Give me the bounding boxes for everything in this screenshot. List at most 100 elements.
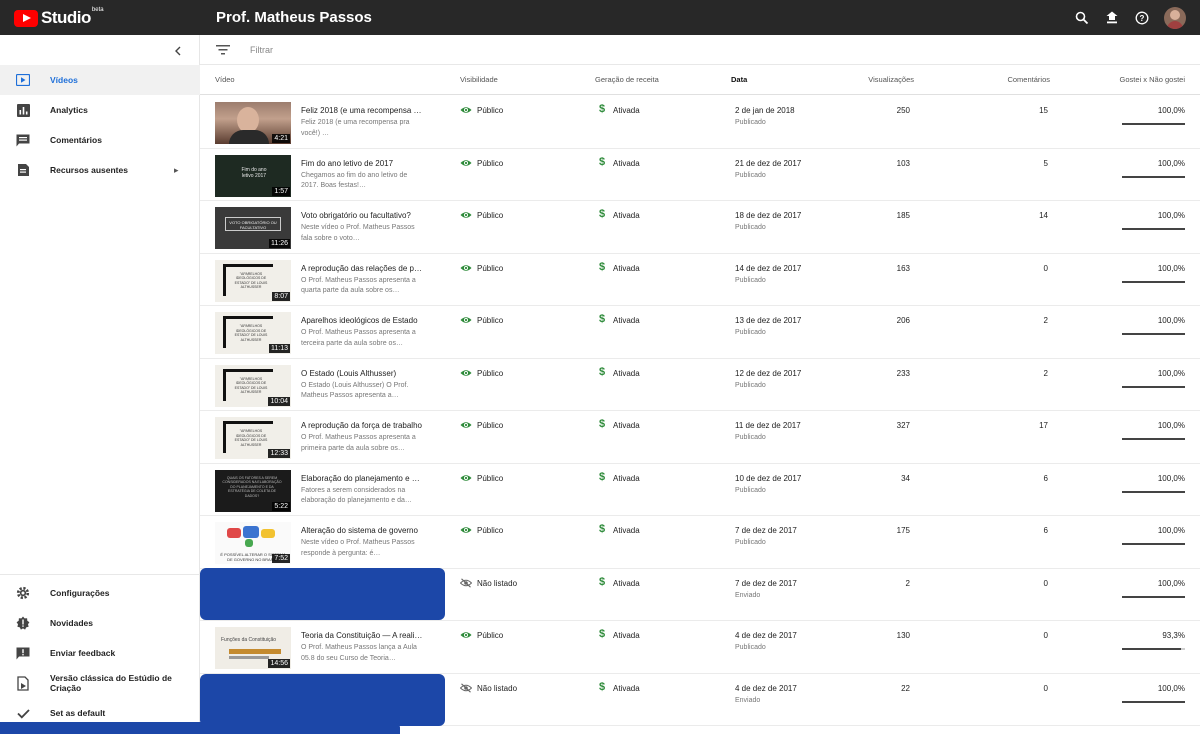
video-thumbnail[interactable]: QUAIS OS FATORES A SEREM CONSIDERADOS NA… (215, 469, 291, 512)
upload-icon[interactable] (1102, 8, 1122, 28)
logo-text: Studio (41, 8, 91, 27)
monetization-dollar-icon[interactable]: $ (599, 418, 605, 430)
eye-off-icon[interactable] (460, 577, 472, 588)
visibility-label[interactable]: Público (477, 316, 503, 325)
table-row[interactable]: "APARELHOS IDEOLÓGICOS DE ESTADO" DE LOU… (200, 411, 1200, 464)
video-comments: 2 (1043, 316, 1048, 325)
sidebar-item-analytics[interactable]: Analytics (0, 95, 200, 125)
help-icon[interactable]: ? (1132, 8, 1152, 28)
visibility-label[interactable]: Não listado (477, 684, 517, 693)
monetization-dollar-icon[interactable]: $ (599, 103, 605, 115)
video-title[interactable]: Feliz 2018 (e uma recompensa pra vocês!) (301, 106, 423, 115)
studio-logo[interactable]: Studio beta (14, 7, 104, 28)
video-title[interactable]: Elaboração do planejamento e da estratég… (301, 474, 423, 483)
column-header-comments[interactable]: Comentários (1007, 75, 1050, 84)
monetization-dollar-icon[interactable]: $ (599, 628, 605, 640)
column-header-visibility[interactable]: Visibilidade (460, 75, 498, 84)
table-row[interactable]: "APARELHOS IDEOLÓGICOS DE ESTADO" DE LOU… (200, 359, 1200, 411)
filter-input[interactable] (250, 42, 550, 58)
sidebar-item-comments[interactable]: Comentários (0, 125, 200, 155)
video-comments: 0 (1043, 631, 1048, 640)
sidebar-item-videos[interactable]: Vídeos (0, 65, 200, 95)
monetization-dollar-icon[interactable]: $ (599, 156, 605, 168)
monetization-dollar-icon[interactable]: $ (599, 681, 605, 693)
video-thumbnail[interactable]: 4:21 (215, 102, 291, 144)
sidebar-item-classic-studio[interactable]: Versão clássica do Estúdio de Criação (0, 668, 200, 698)
video-thumbnail[interactable]: "APARELHOS IDEOLÓGICOS DE ESTADO" DE LOU… (215, 312, 291, 354)
visibility-label[interactable]: Público (477, 526, 503, 535)
monetization-dollar-icon[interactable]: $ (599, 208, 605, 220)
eye-icon[interactable] (460, 105, 472, 115)
visibility-label[interactable]: Público (477, 106, 503, 115)
video-duration: 12:33 (268, 449, 290, 458)
video-status: Publicado (735, 276, 766, 284)
monetization-dollar-icon[interactable]: $ (599, 313, 605, 325)
sidebar-item-feedback[interactable]: Enviar feedback (0, 638, 200, 668)
video-thumbnail[interactable]: VOTO OBRIGATÓRIO OU FACULTATIVO 11:26 (215, 207, 291, 249)
video-description: Neste vídeo o Prof. Matheus Passos fala … (301, 224, 415, 242)
visibility-label[interactable]: Público (477, 421, 503, 430)
monetization-dollar-icon[interactable]: $ (599, 523, 605, 535)
video-title[interactable]: Alteração do sistema de governo (301, 526, 423, 535)
column-header-date[interactable]: Data (731, 75, 747, 84)
like-ratio-bar (1122, 438, 1185, 440)
table-row[interactable]: VOTO OBRIGATÓRIO OU FACULTATIVO 11:26 Voto… (200, 201, 1200, 254)
top-bar: Studio beta Prof. Matheus Passos ? (0, 0, 1200, 35)
video-thumbnail[interactable]: Funções da Constituição 14:56 (215, 627, 291, 669)
visibility-label[interactable]: Público (477, 369, 503, 378)
video-title[interactable]: A reprodução das relações de produção (301, 264, 423, 273)
video-thumbnail[interactable]: "APARELHOS IDEOLÓGICOS DE ESTADO" DE LOU… (215, 417, 291, 459)
eye-icon[interactable] (460, 210, 472, 220)
column-header-likes[interactable]: Gostei x Não gostei (1120, 75, 1185, 84)
table-row[interactable]: É POSSÍVEL ALTERAR O SISTEMA DE GOVERNO … (200, 516, 1200, 569)
column-header-video[interactable]: Vídeo (215, 75, 235, 84)
search-icon[interactable] (1072, 8, 1092, 28)
eye-icon[interactable] (460, 263, 472, 273)
sidebar-item-news[interactable]: Novidades (0, 608, 200, 638)
svg-text:?: ? (1140, 14, 1145, 23)
visibility-label[interactable]: Não listado (477, 579, 517, 588)
visibility-label[interactable]: Público (477, 264, 503, 273)
eye-icon[interactable] (460, 368, 472, 378)
video-thumbnail[interactable]: "APARELHOS IDEOLÓGICOS DE ESTADO" DE LOU… (215, 259, 291, 302)
video-title[interactable]: O Estado (Louis Althusser) (301, 369, 423, 378)
sidebar-item-missing-features[interactable]: Recursos ausentes ▸ (0, 155, 200, 185)
visibility-label[interactable]: Público (477, 474, 503, 483)
table-row[interactable]: 4:21 Feliz 2018 (e uma recompensa pra voc… (200, 96, 1200, 149)
eye-icon[interactable] (460, 473, 472, 483)
monetization-label: Ativada (613, 158, 640, 168)
monetization-dollar-icon[interactable]: $ (599, 471, 605, 483)
column-header-views[interactable]: Visualizações (868, 75, 914, 84)
video-title[interactable]: A reprodução da força de trabalho (301, 421, 423, 430)
video-thumbnail[interactable]: Fim do ano letivo 2017 1:57 (215, 154, 291, 197)
column-header-revenue[interactable]: Geração de receita (595, 75, 659, 84)
video-title[interactable]: Fim do ano letivo de 2017 (301, 159, 423, 168)
table-row[interactable]: "APARELHOS IDEOLÓGICOS DE ESTADO" DE LOU… (200, 254, 1200, 306)
eye-icon[interactable] (460, 158, 472, 168)
sidebar-item-settings[interactable]: Configurações (0, 578, 200, 608)
eye-icon[interactable] (460, 315, 472, 325)
thumbnail-text: QUAIS OS FATORES A SEREM CONSIDERADOS NA… (222, 475, 282, 498)
monetization-dollar-icon[interactable]: $ (599, 576, 605, 588)
eye-icon[interactable] (460, 630, 472, 640)
visibility-label[interactable]: Público (477, 159, 503, 168)
eye-off-icon[interactable] (460, 682, 472, 693)
visibility-label[interactable]: Público (477, 631, 503, 640)
eye-icon[interactable] (460, 525, 472, 535)
video-title[interactable]: Teoria da Constituição — A realidade (301, 631, 423, 640)
avatar[interactable] (1164, 6, 1186, 29)
table-row[interactable]: "APARELHOS IDEOLÓGICOS DE ESTADO" DE LOU… (200, 306, 1200, 359)
video-title[interactable]: Aparelhos ideológicos de Estado (301, 316, 423, 325)
filter-icon[interactable] (216, 44, 230, 56)
visibility-label[interactable]: Público (477, 211, 503, 220)
table-row[interactable]: Funções da Constituição 14:56 Teoria da Co… (200, 621, 1200, 674)
table-row[interactable]: QUAIS OS FATORES A SEREM CONSIDERADOS NA… (200, 464, 1200, 516)
collapse-sidebar-button[interactable] (170, 43, 186, 59)
monetization-dollar-icon[interactable]: $ (599, 261, 605, 273)
video-title[interactable]: Voto obrigatório ou facultativo? (301, 211, 423, 220)
eye-icon[interactable] (460, 420, 472, 430)
video-thumbnail[interactable]: "APARELHOS IDEOLÓGICOS DE ESTADO" DE LOU… (215, 364, 291, 407)
video-thumbnail[interactable]: É POSSÍVEL ALTERAR O SISTEMA DE GOVERNO … (215, 522, 291, 564)
table-row[interactable]: Fim do ano letivo 2017 1:57 Fim do ano let… (200, 149, 1200, 201)
monetization-dollar-icon[interactable]: $ (599, 366, 605, 378)
